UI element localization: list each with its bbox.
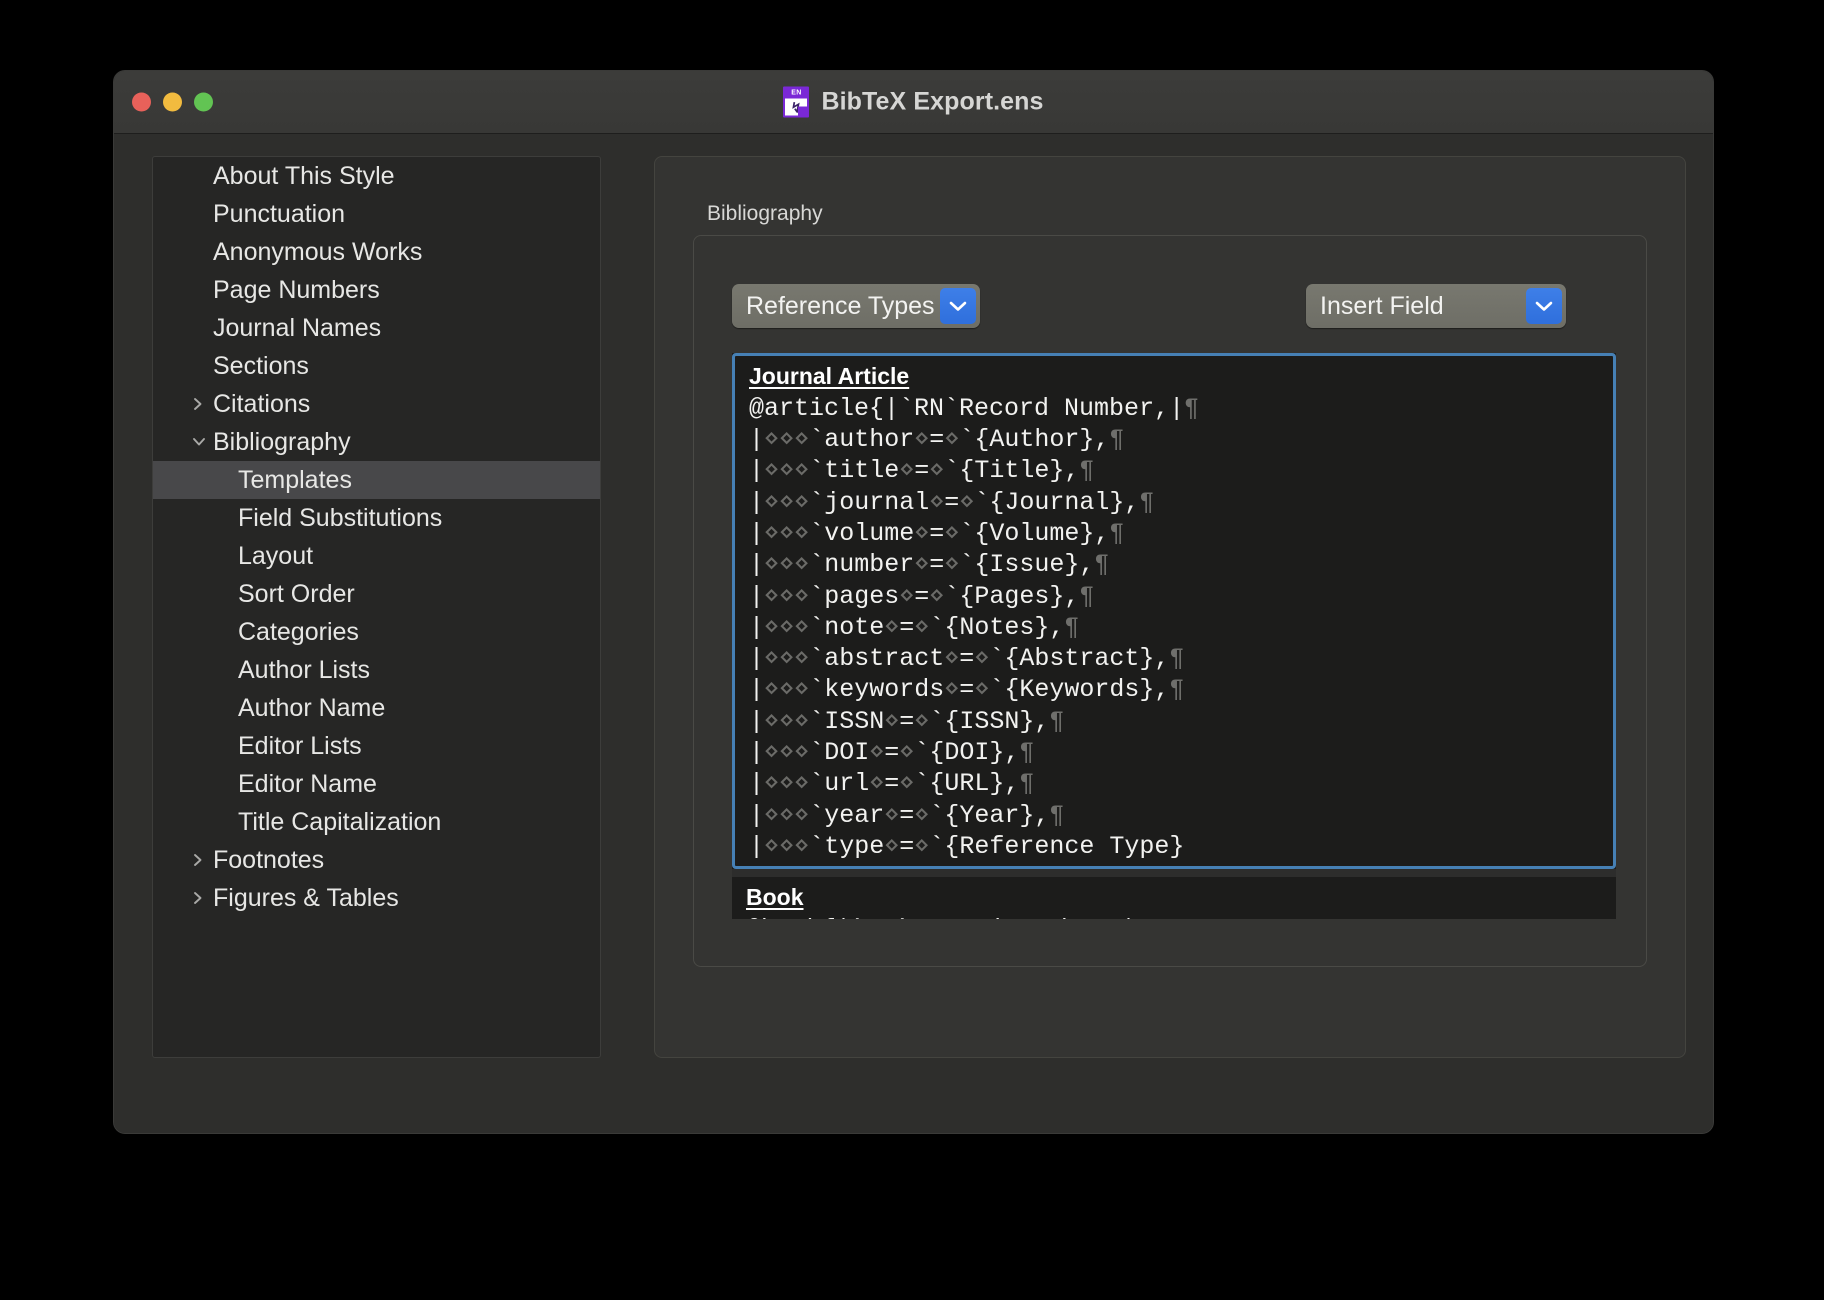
template-block[interactable]: Journal Article @article{|`RN`Record Numb…: [732, 353, 1616, 870]
sidebar-item-field-substitutions[interactable]: Field Substitutions: [153, 499, 600, 537]
template-reference-type-name: Journal Article: [749, 363, 910, 389]
templates-groupbox: Reference Types Insert Field Journal Art…: [693, 235, 1647, 967]
endnote-document-icon: EN ↯: [783, 86, 810, 118]
reference-template-list[interactable]: Journal Article @article{|`RN`Record Numb…: [732, 353, 1616, 919]
reference-types-popup-button[interactable]: Reference Types: [732, 284, 980, 328]
chevron-right-icon[interactable]: [191, 890, 207, 906]
sidebar-item-label: Field Substitutions: [238, 503, 443, 532]
sidebar-item-label: Footnotes: [213, 845, 325, 874]
window-body: About This Style Punctuation Anonymous Wor…: [114, 134, 1713, 1133]
sidebar-item-punctuation[interactable]: Punctuation: [153, 195, 600, 233]
sidebar-item-label: Journal Names: [213, 313, 382, 342]
sidebar-item-label: Layout: [238, 541, 314, 570]
sidebar-item-label: About This Style: [213, 161, 395, 190]
sidebar-item-sections[interactable]: Sections: [153, 347, 600, 385]
chevron-right-icon[interactable]: [191, 396, 207, 412]
bibliography-pane: Bibliography Reference Types Insert Fiel…: [654, 156, 1686, 1058]
sidebar-item-label: Anonymous Works: [213, 237, 423, 266]
sidebar-item-label: Citations: [213, 389, 311, 418]
sidebar-item-label: Bibliography: [213, 427, 351, 456]
insert-field-label: Insert Field: [1320, 291, 1444, 320]
zoom-button[interactable]: [194, 92, 213, 112]
sidebar-item-label: Page Numbers: [213, 275, 380, 304]
template-code[interactable]: @book{|`RN`Record Number,|¶ |⋄⋄⋄`author⋄…: [732, 914, 1616, 919]
sidebar-item-author-lists[interactable]: Author Lists: [153, 651, 600, 689]
sidebar-item-editor-name[interactable]: Editor Name: [153, 765, 600, 803]
sidebar-item-label: Sections: [213, 351, 309, 380]
sidebar-item-figures-tables[interactable]: Figures & Tables: [153, 879, 600, 917]
pane-title: Bibliography: [707, 202, 823, 225]
sidebar-item-about-this-style[interactable]: About This Style: [153, 157, 600, 195]
endnote-icon-glyph: ↯: [790, 99, 803, 116]
template-reference-type-name: Book: [746, 884, 804, 911]
template-block[interactable]: Book @book{|`RN`Record Number,|¶ |⋄⋄⋄`aut…: [732, 877, 1616, 919]
sidebar-item-label: Author Lists: [238, 655, 371, 684]
sidebar-item-journal-names[interactable]: Journal Names: [153, 309, 600, 347]
sidebar-item-layout[interactable]: Layout: [153, 537, 600, 575]
endnote-icon-label: EN: [785, 88, 808, 99]
sidebar-item-page-numbers[interactable]: Page Numbers: [153, 271, 600, 309]
sidebar-item-label: Editor Name: [238, 769, 377, 798]
sidebar-item-sort-order[interactable]: Sort Order: [153, 575, 600, 613]
sidebar-item-author-name[interactable]: Author Name: [153, 689, 600, 727]
chevron-down-icon[interactable]: [191, 434, 207, 450]
minimize-button[interactable]: [163, 92, 182, 112]
sidebar-item-label: Author Name: [238, 693, 386, 722]
sidebar-item-footnotes[interactable]: Footnotes: [153, 841, 600, 879]
sidebar-item-label: Editor Lists: [238, 731, 362, 760]
app-window: EN ↯ BibTeX Export.ens About This Style P…: [113, 70, 1714, 1134]
sidebar-item-label: Templates: [238, 465, 352, 494]
chevron-right-icon[interactable]: [191, 852, 207, 868]
chevron-down-icon[interactable]: [1526, 288, 1562, 324]
sidebar-item-label: Punctuation: [213, 199, 346, 228]
endnote-icon-corner: [798, 106, 808, 116]
window-title: BibTeX Export.ens: [821, 87, 1044, 116]
sidebar-item-templates[interactable]: Templates: [153, 461, 600, 499]
close-button[interactable]: [132, 92, 151, 112]
sidebar-item-categories[interactable]: Categories: [153, 613, 600, 651]
window-title-group: EN ↯ BibTeX Export.ens: [114, 86, 1713, 118]
sidebar-item-bibliography[interactable]: Bibliography: [153, 423, 600, 461]
insert-field-popup-button[interactable]: Insert Field: [1306, 284, 1566, 328]
reference-types-label: Reference Types: [746, 291, 935, 320]
window-titlebar[interactable]: EN ↯ BibTeX Export.ens: [114, 71, 1713, 134]
sidebar-item-editor-lists[interactable]: Editor Lists: [153, 727, 600, 765]
sidebar-item-label: Title Capitalization: [238, 807, 442, 836]
sidebar-item-anonymous-works[interactable]: Anonymous Works: [153, 233, 600, 271]
sidebar-item-label: Sort Order: [238, 579, 355, 608]
style-sections-sidebar[interactable]: About This Style Punctuation Anonymous Wor…: [152, 156, 601, 1058]
screen: EN ↯ BibTeX Export.ens About This Style P…: [0, 0, 1824, 1300]
sidebar-item-citations[interactable]: Citations: [153, 385, 600, 423]
template-code[interactable]: @article{|`RN`Record Number,|¶ |⋄⋄⋄`auth…: [735, 393, 1613, 866]
chevron-down-icon[interactable]: [940, 288, 976, 324]
template-separator: [732, 869, 1616, 878]
sidebar-item-label: Categories: [238, 617, 359, 646]
sidebar-item-label: Figures & Tables: [213, 883, 399, 912]
traffic-light-buttons: [132, 92, 213, 112]
sidebar-item-title-capitalization[interactable]: Title Capitalization: [153, 803, 600, 841]
